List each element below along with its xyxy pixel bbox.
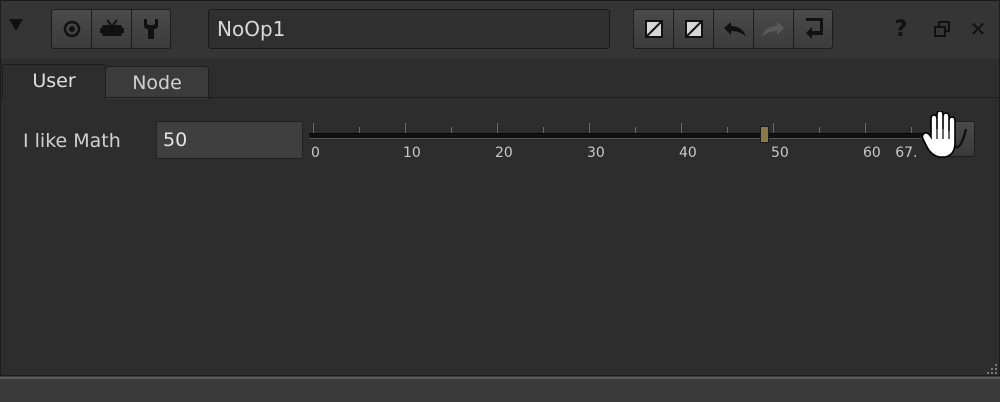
revert-button[interactable] [793, 9, 833, 49]
slider-handle[interactable] [759, 126, 769, 143]
slider-tick [543, 127, 544, 133]
slider-tick [727, 127, 728, 133]
revert-icon [806, 18, 823, 39]
tab-node[interactable]: Node [105, 66, 209, 99]
hand-cursor-icon [921, 111, 956, 158]
slider-tick [865, 123, 866, 133]
slider-tick-label: 30 [587, 145, 605, 161]
settings-icon [63, 20, 80, 38]
slider-tick [451, 127, 452, 133]
help-button[interactable]: ? [888, 15, 914, 43]
slider-tick [497, 123, 498, 133]
undo-button[interactable] [713, 9, 753, 49]
tab-divider [105, 97, 999, 98]
mask-undo-group [633, 9, 833, 49]
wrench-icon [144, 19, 158, 39]
output-mask-icon [684, 20, 703, 38]
tab-bar: User Node [1, 59, 999, 99]
help-icon: ? [894, 16, 908, 42]
slider-tick-label: 0 [311, 145, 320, 161]
undo-icon [723, 22, 745, 36]
slider-tick [681, 123, 682, 133]
close-button[interactable]: ✕ [965, 15, 991, 43]
slider-tick-label: 10 [403, 145, 421, 161]
redo-icon [762, 22, 784, 36]
slider-tick-label: 67. [895, 145, 918, 161]
slider-tick [635, 127, 636, 133]
slider-tick [911, 127, 912, 133]
properties-panel: NoOp1 ? ✕ User Node I like Math 50 0 10 … [0, 0, 1000, 376]
tab-user[interactable]: User [2, 64, 106, 99]
slider-tick [589, 123, 590, 133]
viewer-button[interactable] [91, 9, 131, 49]
collapse-arrow-icon[interactable] [9, 19, 23, 31]
slider-tick [773, 123, 774, 133]
knob-label: I like Math [23, 130, 121, 152]
float-window-button[interactable] [929, 15, 955, 43]
settings-button[interactable] [51, 9, 91, 49]
input-mask-button[interactable] [633, 9, 673, 49]
slider-tick [359, 127, 360, 133]
node-name-field[interactable]: NoOp1 [208, 9, 610, 49]
output-mask-button[interactable] [673, 9, 713, 49]
knob-value-input[interactable]: 50 [156, 121, 303, 159]
close-icon: ✕ [969, 17, 987, 41]
wrench-button[interactable] [131, 9, 171, 49]
resize-grip-icon[interactable] [984, 361, 998, 375]
float-window-icon [934, 21, 950, 37]
slider-tick [819, 127, 820, 133]
node-tools-group [51, 9, 171, 49]
slider-tick-label: 50 [771, 145, 789, 161]
redo-button[interactable] [753, 9, 793, 49]
slider-tick-label: 40 [679, 145, 697, 161]
tv-icon [99, 19, 124, 36]
slider-tick [313, 123, 314, 133]
slider-tick [405, 123, 406, 133]
input-mask-icon [644, 20, 663, 38]
bottom-bar [0, 377, 1000, 402]
panel-header: NoOp1 ? ✕ [1, 1, 999, 59]
knob-slider[interactable]: 0 10 20 30 40 50 60 67. [309, 119, 929, 169]
slider-tick-label: 60 [863, 145, 881, 161]
slider-tick-label: 20 [495, 145, 513, 161]
slider-track[interactable] [309, 133, 929, 139]
